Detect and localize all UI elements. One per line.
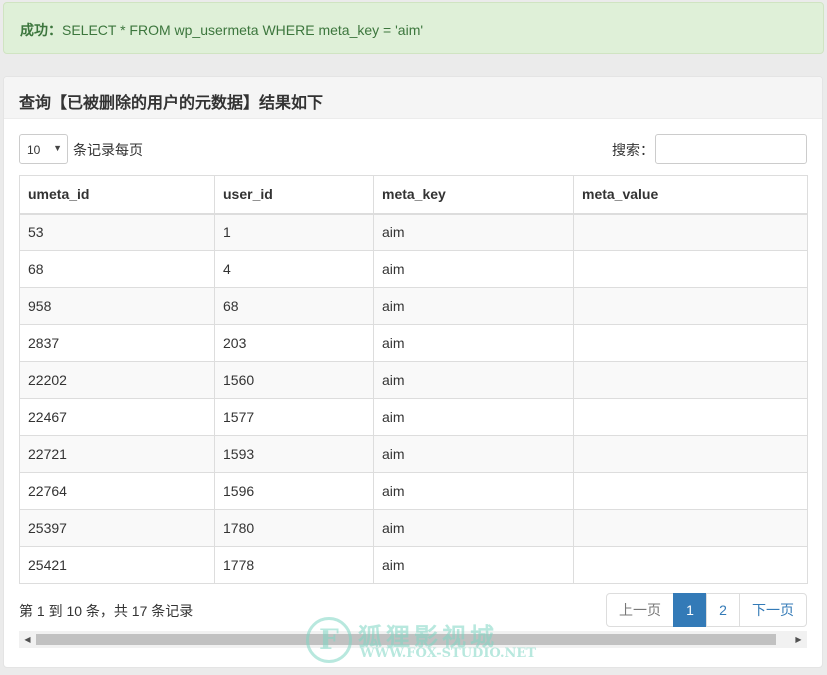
- table-row: 25397 1780 aim: [19, 509, 808, 547]
- cell-user-id: 1778: [214, 546, 374, 584]
- cell-umeta-id: 2837: [19, 324, 215, 362]
- table-row: 22721 1593 aim: [19, 435, 808, 473]
- table-info: 第 1 到 10 条，共 17 条记录: [19, 603, 194, 619]
- cell-user-id: 1577: [214, 398, 374, 436]
- cell-meta-key: aim: [373, 472, 574, 510]
- cell-umeta-id: 53: [19, 213, 215, 251]
- cell-meta-value: [573, 435, 808, 473]
- page-1-button[interactable]: 1: [673, 593, 707, 627]
- results-table: umeta_id user_id meta_key meta_value 53 …: [19, 175, 808, 584]
- cell-meta-key: aim: [373, 398, 574, 436]
- page-length-select[interactable]: 10 ▼: [19, 134, 68, 164]
- scroll-left-arrow-icon[interactable]: ◀: [19, 631, 36, 648]
- cell-umeta-id: 22202: [19, 361, 215, 399]
- panel-title: 查询【已被删除的用户的元数据】结果如下: [4, 77, 822, 119]
- search-label: 搜索：: [612, 142, 654, 158]
- table-row: 22764 1596 aim: [19, 472, 808, 510]
- cell-meta-value: [573, 509, 808, 547]
- success-alert: 成功：SELECT * FROM wp_usermeta WHERE meta_…: [3, 2, 824, 54]
- cell-umeta-id: 22764: [19, 472, 215, 510]
- next-page-button[interactable]: 下一页: [739, 593, 807, 627]
- cell-meta-key: aim: [373, 250, 574, 288]
- cell-meta-value: [573, 287, 808, 325]
- cell-user-id: 1780: [214, 509, 374, 547]
- cell-user-id: 1: [214, 213, 374, 251]
- results-panel: 查询【已被删除的用户的元数据】结果如下 10 ▼ 条记录每页 搜索： umeta…: [3, 76, 823, 668]
- cell-meta-value: [573, 324, 808, 362]
- page-length-value: 10: [27, 143, 41, 157]
- cell-meta-value: [573, 398, 808, 436]
- previous-page-button[interactable]: 上一页: [606, 593, 674, 627]
- cell-meta-key: aim: [373, 435, 574, 473]
- cell-meta-key: aim: [373, 361, 574, 399]
- cell-user-id: 1560: [214, 361, 374, 399]
- cell-meta-value: [573, 472, 808, 510]
- table-row: 22202 1560 aim: [19, 361, 808, 399]
- column-header-umeta-id[interactable]: umeta_id: [19, 175, 215, 215]
- cell-meta-key: aim: [373, 287, 574, 325]
- table-row: 22467 1577 aim: [19, 398, 808, 436]
- cell-meta-key: aim: [373, 546, 574, 584]
- cell-meta-value: [573, 361, 808, 399]
- cell-user-id: 4: [214, 250, 374, 288]
- table-row: 53 1 aim: [19, 213, 808, 251]
- cell-meta-key: aim: [373, 213, 574, 251]
- cell-umeta-id: 22467: [19, 398, 215, 436]
- cell-umeta-id: 22721: [19, 435, 215, 473]
- cell-umeta-id: 25421: [19, 546, 215, 584]
- cell-meta-value: [573, 546, 808, 584]
- column-header-meta-key[interactable]: meta_key: [373, 175, 574, 215]
- column-header-user-id[interactable]: user_id: [214, 175, 374, 215]
- cell-umeta-id: 25397: [19, 509, 215, 547]
- column-header-meta-value[interactable]: meta_value: [573, 175, 808, 215]
- page-2-button[interactable]: 2: [706, 593, 740, 627]
- table-row: 68 4 aim: [19, 250, 808, 288]
- table-header-row: umeta_id user_id meta_key meta_value: [19, 175, 808, 215]
- cell-user-id: 1593: [214, 435, 374, 473]
- watermark: F 狐狸影视城 WWW.FOX-STUDIO.NET: [306, 615, 536, 665]
- page-length-label: 条记录每页: [73, 142, 143, 158]
- cell-umeta-id: 958: [19, 287, 215, 325]
- table-row: 2837 203 aim: [19, 324, 808, 362]
- scroll-right-arrow-icon[interactable]: ▶: [790, 631, 807, 648]
- cell-umeta-id: 68: [19, 250, 215, 288]
- table-row: 25421 1778 aim: [19, 546, 808, 584]
- alert-message: SELECT * FROM wp_usermeta WHERE meta_key…: [62, 22, 424, 38]
- cell-meta-key: aim: [373, 324, 574, 362]
- chevron-down-icon: ▼: [53, 143, 62, 153]
- cell-meta-value: [573, 213, 808, 251]
- cell-user-id: 68: [214, 287, 374, 325]
- search-input[interactable]: [655, 134, 807, 164]
- pagination: 上一页 1 2 下一页: [606, 593, 807, 627]
- table-row: 958 68 aim: [19, 287, 808, 325]
- cell-user-id: 203: [214, 324, 374, 362]
- cell-meta-key: aim: [373, 509, 574, 547]
- alert-label: 成功：: [20, 22, 62, 38]
- watermark-url: WWW.FOX-STUDIO.NET: [360, 646, 536, 661]
- cell-user-id: 1596: [214, 472, 374, 510]
- watermark-logo: F: [306, 617, 352, 663]
- cell-meta-value: [573, 250, 808, 288]
